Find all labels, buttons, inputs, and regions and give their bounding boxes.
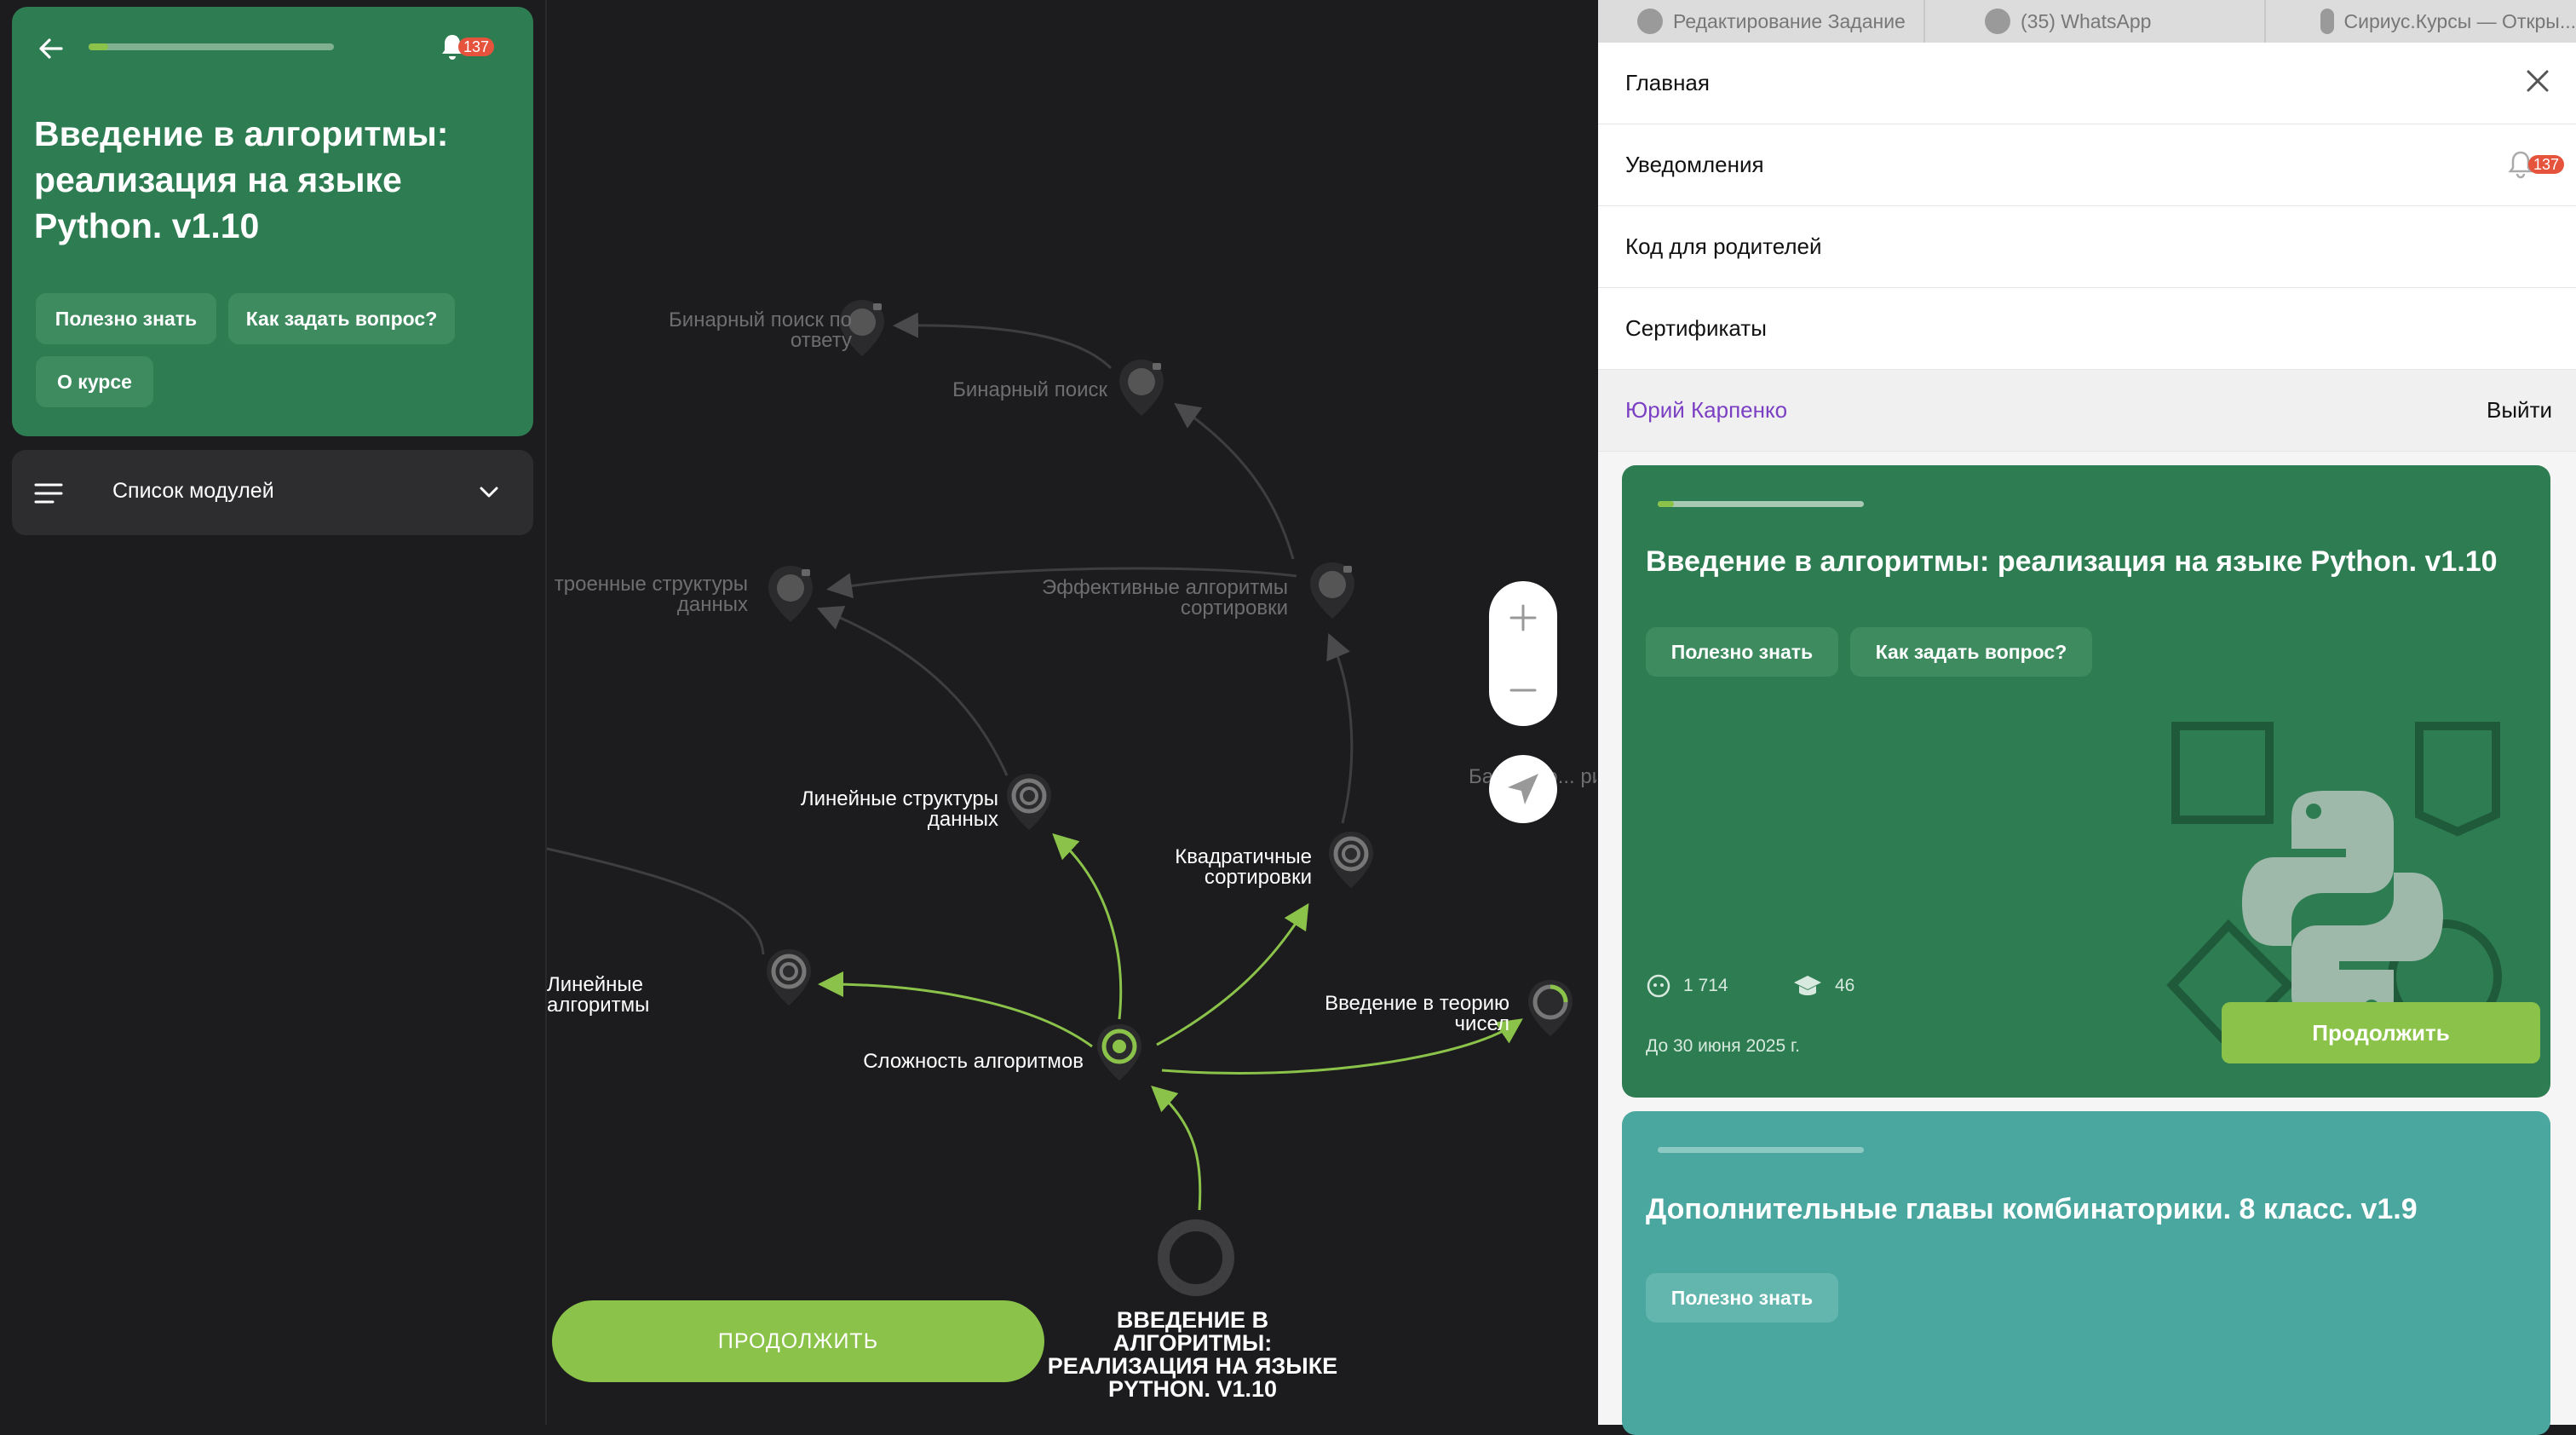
navigation-arrow-icon bbox=[1508, 774, 1538, 804]
course-start-title: ВВЕДЕНИЕ В АЛГОРИТМЫ: РЕАЛИЗАЦИЯ НА ЯЗЫК… bbox=[1047, 1307, 1338, 1402]
useful-info-chip[interactable]: Полезно знать bbox=[1646, 627, 1838, 677]
continue-course-button[interactable]: Продолжить bbox=[2222, 1002, 2540, 1063]
map-node-builtin-structures[interactable] bbox=[763, 562, 818, 631]
course-progress bbox=[89, 43, 334, 50]
ring-icon bbox=[1158, 1219, 1234, 1296]
course-progress-fill bbox=[1658, 501, 1674, 507]
notification-badge: 137 bbox=[458, 37, 495, 56]
menu-item-label: Уведомления bbox=[1625, 152, 1764, 177]
map-node-quadratic-sorting[interactable] bbox=[1324, 828, 1378, 897]
browser-tab-bar: Редактирование Задание (35) WhatsApp Сир… bbox=[1598, 0, 2576, 43]
map-connections bbox=[547, 312, 1523, 1211]
useful-info-chip[interactable]: Полезно знать bbox=[1646, 1273, 1838, 1323]
menu-item-home[interactable]: Главная bbox=[1598, 43, 2576, 124]
minus-icon bbox=[1509, 689, 1537, 691]
close-icon[interactable] bbox=[2525, 68, 2550, 94]
menu-item-label: Код для родителей bbox=[1625, 233, 1822, 259]
course-card[interactable]: Введение в алгоритмы: реализация на язык… bbox=[1622, 465, 2550, 1098]
tab-label: Редактирование Задание bbox=[1673, 9, 1906, 32]
tab-label: Сириус.Курсы — Откры... bbox=[2343, 9, 2576, 32]
chevron-down-icon bbox=[480, 487, 498, 498]
pin-icon bbox=[767, 949, 811, 1006]
browser-tab[interactable]: Сириус.Курсы — Откры... bbox=[2266, 0, 2576, 43]
course-progress bbox=[1658, 501, 1864, 507]
map-node-label: Линейные алгоритмы bbox=[547, 973, 650, 1017]
course-map[interactable]: Бинарный поиск по ответу Бинарный поиск … bbox=[547, 0, 1598, 1425]
course-progress-fill bbox=[89, 43, 108, 50]
course-title: Введение в алгоритмы: реализация на язык… bbox=[34, 114, 449, 245]
map-node-label: Эффективные алгоритмы сортировки bbox=[1042, 576, 1288, 620]
zoom-controls bbox=[1489, 581, 1557, 726]
map-node-efficient-sorting[interactable] bbox=[1305, 559, 1360, 628]
map-node-label: Бинарный поиск по ответу bbox=[669, 308, 852, 352]
browser-tab[interactable]: Редактирование Задание bbox=[1598, 0, 1925, 43]
course-card-title: Введение в алгоритмы: реализация на язык… bbox=[1646, 545, 2498, 578]
active-pin-icon bbox=[1097, 1024, 1141, 1081]
list-icon bbox=[34, 483, 63, 504]
student-face-icon bbox=[1647, 974, 1670, 998]
map-node-linear-structures[interactable] bbox=[1002, 770, 1056, 839]
pin-icon bbox=[1528, 980, 1573, 1036]
graduates-count: 46 bbox=[1792, 973, 1854, 999]
map-node-number-theory[interactable] bbox=[1523, 977, 1578, 1046]
zoom-in-button[interactable] bbox=[1489, 581, 1557, 654]
how-to-ask-chip[interactable]: Как задать вопрос? bbox=[228, 293, 455, 344]
tab-label: (35) WhatsApp bbox=[2021, 9, 2152, 32]
course-header-card: 137 Введение в алгоритмы: реализация на … bbox=[12, 7, 533, 436]
whatsapp-icon bbox=[1985, 9, 2010, 34]
locked-pin-icon bbox=[1310, 562, 1354, 619]
menu-item-parent-code[interactable]: Код для родителей bbox=[1598, 206, 2576, 288]
course-card-title: Дополнительные главы комбинаторики. 8 кл… bbox=[1646, 1193, 2418, 1225]
map-node-label: Бинарный поиск bbox=[952, 378, 1107, 401]
menu-item-label: Сертификаты bbox=[1625, 315, 1767, 341]
locked-pin-icon bbox=[768, 566, 813, 622]
arrow-left-icon bbox=[39, 38, 63, 59]
logout-button[interactable]: Выйти bbox=[2487, 397, 2552, 424]
map-node-label: троенные структуры данных bbox=[554, 573, 748, 616]
pin-icon bbox=[1007, 774, 1051, 830]
modules-list-label: Список модулей bbox=[112, 479, 274, 503]
back-button[interactable] bbox=[24, 26, 78, 72]
modules-list-toggle[interactable]: Список модулей bbox=[12, 450, 533, 535]
notification-badge: 137 bbox=[2527, 155, 2564, 174]
map-node-binary-search[interactable] bbox=[1114, 356, 1169, 425]
map-node-linear-algorithms[interactable] bbox=[762, 946, 816, 1015]
locked-pin-icon bbox=[1119, 360, 1164, 416]
course-deadline: До 30 июня 2025 г. bbox=[1646, 1036, 1800, 1056]
course-card[interactable]: Дополнительные главы комбинаторики. 8 кл… bbox=[1622, 1111, 2550, 1435]
map-node-complexity[interactable] bbox=[1092, 1021, 1147, 1090]
map-start-node[interactable] bbox=[1155, 1217, 1237, 1303]
map-node-label: Сложность алгоритмов bbox=[863, 1050, 1084, 1073]
map-node-label: Линейные структуры данных bbox=[800, 787, 998, 831]
account-menu: Главная Уведомления 137 Код для родителе… bbox=[1598, 43, 2576, 452]
menu-item-label: Главная bbox=[1625, 70, 1710, 95]
python-illustration bbox=[2166, 722, 2502, 1045]
locate-button[interactable] bbox=[1489, 755, 1557, 823]
menu-item-certificates[interactable]: Сертификаты bbox=[1598, 288, 2576, 370]
students-count-value: 1 714 bbox=[1683, 976, 1728, 995]
plus-icon bbox=[1509, 604, 1537, 631]
how-to-ask-chip[interactable]: Как задать вопрос? bbox=[1850, 627, 2092, 677]
course-sidebar: 137 Введение в алгоритмы: реализация на … bbox=[0, 0, 547, 1425]
graduation-cap-icon bbox=[1794, 976, 1821, 995]
map-node-label: Введение в теорию чисел bbox=[1325, 992, 1509, 1035]
map-node-label: Квадратичные сортировки bbox=[1175, 845, 1312, 889]
about-course-chip[interactable]: О курсе bbox=[36, 356, 153, 407]
user-row: Юрий Карпенко Выйти bbox=[1598, 370, 2576, 452]
site-favicon-icon bbox=[1637, 9, 1663, 34]
account-panel: Редактирование Задание (35) WhatsApp Сир… bbox=[1598, 0, 2576, 1435]
course-progress bbox=[1658, 1147, 1864, 1153]
graduates-count-value: 46 bbox=[1835, 976, 1855, 995]
zoom-out-button[interactable] bbox=[1489, 654, 1557, 726]
useful-info-chip[interactable]: Полезно знать bbox=[36, 293, 216, 344]
students-count: 1 714 bbox=[1646, 973, 1728, 999]
menu-item-notifications[interactable]: Уведомления 137 bbox=[1598, 124, 2576, 206]
pin-icon bbox=[1329, 832, 1373, 888]
shield-check-icon bbox=[2320, 9, 2334, 34]
notifications-button[interactable]: 137 bbox=[440, 31, 496, 65]
user-name[interactable]: Юрий Карпенко bbox=[1625, 397, 1787, 424]
continue-button[interactable]: ПРОДОЛЖИТЬ bbox=[552, 1300, 1044, 1382]
browser-tab[interactable]: (35) WhatsApp bbox=[1925, 0, 2266, 43]
